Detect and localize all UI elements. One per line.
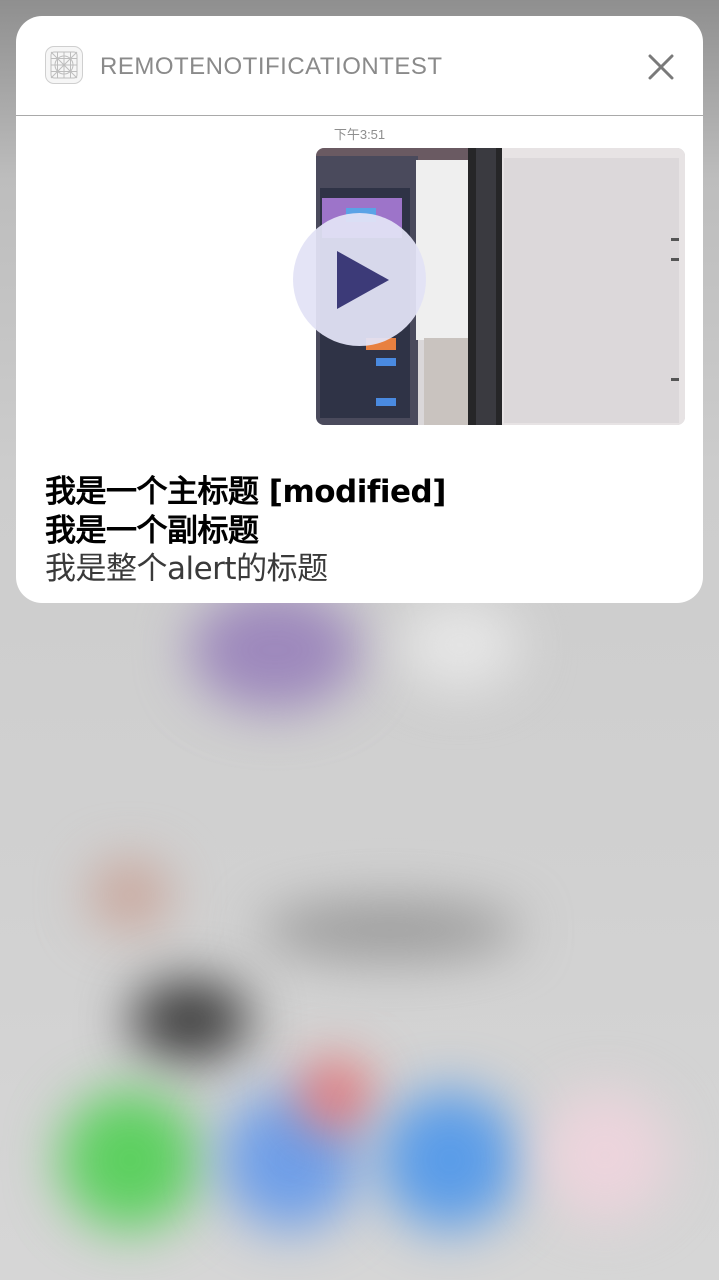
close-icon [648, 54, 674, 80]
notification-header: REMOTENOTIFICATIONTEST [16, 16, 703, 115]
blurred-app-icon [190, 590, 360, 710]
header-divider [16, 115, 703, 116]
timestamp: 下午3:51 [333, 127, 386, 142]
close-button[interactable] [642, 48, 680, 86]
blurred-app-icon [260, 900, 520, 960]
notification-card[interactable]: REMOTENOTIFICATIONTEST 下午3:51 我是一个主标题 [m… [16, 16, 703, 603]
blurred-app-icon [400, 600, 520, 690]
app-name: REMOTENOTIFICATIONTEST [100, 53, 443, 80]
blurred-app-icon [90, 860, 170, 930]
play-icon [336, 250, 389, 309]
blurred-dock-icon [380, 1090, 520, 1230]
app-grid-icon [45, 46, 83, 84]
blurred-app-icon [130, 980, 250, 1060]
blurred-dock-icon [60, 1090, 200, 1230]
blurred-dock-icon [540, 1090, 670, 1220]
blurred-dock-icon [300, 1060, 370, 1130]
play-button[interactable] [293, 213, 426, 346]
notification-body: 我是整个alert的标题 [45, 551, 328, 587]
